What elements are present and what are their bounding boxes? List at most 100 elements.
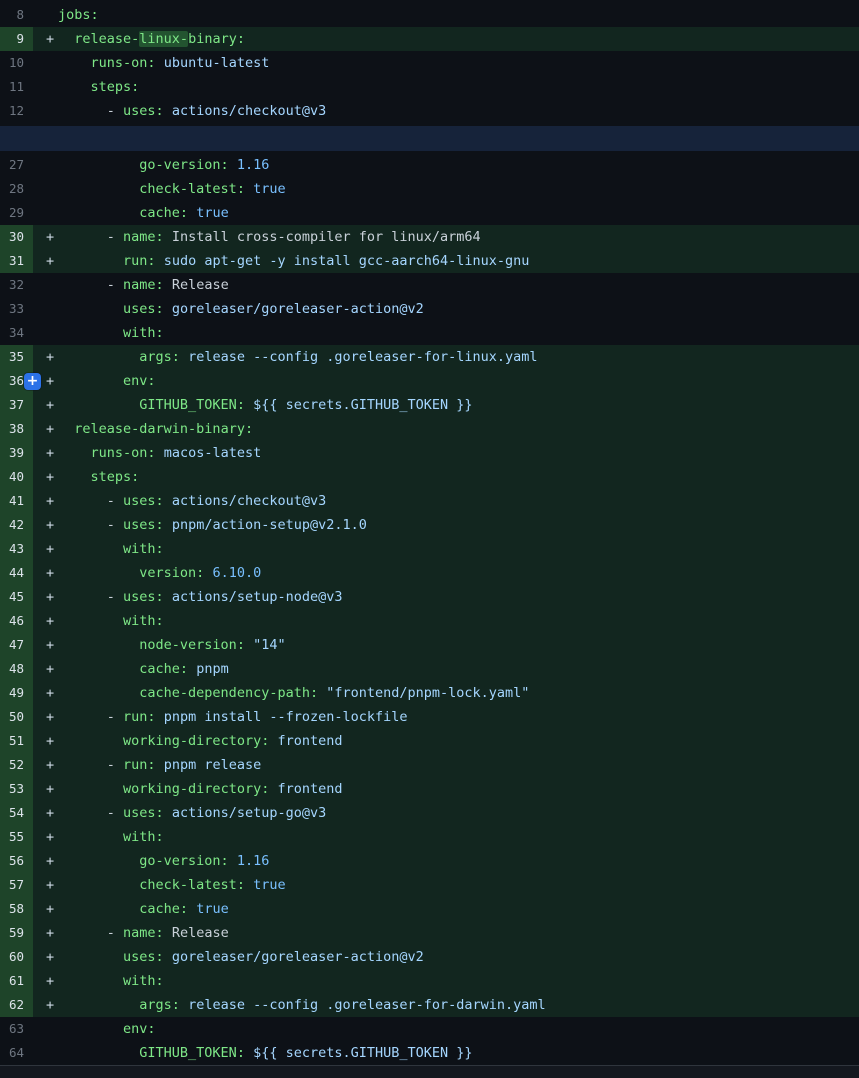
line-number[interactable]: 55: [0, 825, 33, 849]
add-comment-button[interactable]: +: [24, 373, 41, 390]
code-line: + - uses: actions/setup-go@v3: [33, 801, 859, 825]
line-number[interactable]: 45: [0, 585, 33, 609]
line-number[interactable]: 38: [0, 417, 33, 441]
diff-row: 29 cache: true: [0, 201, 859, 225]
code-token: [58, 973, 123, 989]
code-token: -: [58, 517, 123, 533]
line-number[interactable]: 47: [0, 633, 33, 657]
diff-added-marker: +: [33, 801, 58, 825]
line-number[interactable]: 46: [0, 609, 33, 633]
code-token: [188, 901, 196, 917]
line-number[interactable]: 61: [0, 969, 33, 993]
line-number[interactable]: 40: [0, 465, 33, 489]
line-number[interactable]: 11: [0, 75, 33, 99]
code-line: + go-version: 1.16: [33, 849, 859, 873]
line-number[interactable]: 43: [0, 537, 33, 561]
diff-added-marker: +: [33, 825, 58, 849]
code-token: steps:: [91, 79, 140, 95]
line-number[interactable]: 10: [0, 51, 33, 75]
code-token: runs-on:: [91, 445, 156, 461]
line-number[interactable]: 27: [0, 153, 33, 177]
code-line: runs-on: ubuntu-latest: [33, 51, 859, 75]
line-number[interactable]: 54: [0, 801, 33, 825]
line-number[interactable]: 31: [0, 249, 33, 273]
line-number[interactable]: 48: [0, 657, 33, 681]
code-token: macos-latest: [164, 445, 262, 461]
line-number[interactable]: 32: [0, 273, 33, 297]
expand-hidden-lines-row[interactable]: [0, 123, 859, 153]
code-token: [58, 997, 139, 1013]
diff-row: 47+ node-version: "14": [0, 633, 859, 657]
line-number[interactable]: 29: [0, 201, 33, 225]
diff-row: 44+ version: 6.10.0: [0, 561, 859, 585]
line-number[interactable]: 35: [0, 345, 33, 369]
code-token: frontend: [277, 781, 342, 797]
code-token: name:: [123, 925, 164, 941]
diff-row: 55+ with:: [0, 825, 859, 849]
line-number[interactable]: 63: [0, 1017, 33, 1041]
code-token: [58, 373, 123, 389]
line-number[interactable]: 8: [0, 3, 33, 27]
code-token: pnpm install --frozen-lockfile: [164, 709, 408, 725]
line-number[interactable]: 53: [0, 777, 33, 801]
line-number[interactable]: 37: [0, 393, 33, 417]
code-token: [188, 661, 196, 677]
line-number[interactable]: 42: [0, 513, 33, 537]
expand-hidden-lines-band[interactable]: [0, 126, 859, 151]
code-token: go-version:: [139, 853, 228, 869]
line-number[interactable]: 49: [0, 681, 33, 705]
code-token: [58, 79, 91, 95]
code-token: [58, 637, 139, 653]
code-token: [164, 277, 172, 293]
line-number[interactable]: 36+: [0, 369, 33, 393]
code-token: [156, 445, 164, 461]
line-number[interactable]: 34: [0, 321, 33, 345]
line-number[interactable]: 41: [0, 489, 33, 513]
line-number[interactable]: 39: [0, 441, 33, 465]
code-token: uses:: [123, 805, 164, 821]
code-token: [58, 397, 139, 413]
line-number[interactable]: 60: [0, 945, 33, 969]
line-number[interactable]: 52: [0, 753, 33, 777]
line-number[interactable]: 12: [0, 99, 33, 123]
code-token: actions/checkout@v3: [172, 103, 326, 119]
line-number[interactable]: 64: [0, 1041, 33, 1065]
code-token: true: [253, 877, 286, 893]
line-number[interactable]: 59: [0, 921, 33, 945]
code-token: go-version:: [139, 157, 228, 173]
line-number[interactable]: 28: [0, 177, 33, 201]
line-number[interactable]: 56: [0, 849, 33, 873]
code-token: [58, 613, 123, 629]
code-token: [245, 181, 253, 197]
line-number[interactable]: 51: [0, 729, 33, 753]
code-line: + release-linux-binary:: [33, 27, 859, 51]
code-token: 6.10.0: [212, 565, 261, 581]
code-token: [58, 301, 123, 317]
code-token: [318, 685, 326, 701]
line-number[interactable]: 9: [0, 27, 33, 51]
code-token: GITHUB_TOKEN:: [139, 397, 245, 413]
line-number[interactable]: 57: [0, 873, 33, 897]
line-number[interactable]: 33: [0, 297, 33, 321]
line-number[interactable]: 44: [0, 561, 33, 585]
code-token: name:: [123, 277, 164, 293]
code-token: [58, 1045, 139, 1061]
code-token: release --config .goreleaser-for-darwin.…: [188, 997, 546, 1013]
code-line: + run: sudo apt-get -y install gcc-aarch…: [33, 249, 859, 273]
code-token: GITHUB_TOKEN:: [139, 1045, 245, 1061]
diff-added-marker: +: [33, 897, 58, 921]
code-token: -: [58, 277, 123, 293]
code-token: release-darwin-binary:: [74, 421, 253, 437]
line-number[interactable]: 30: [0, 225, 33, 249]
diff-added-marker: +: [33, 417, 58, 441]
diff-row: 58+ cache: true: [0, 897, 859, 921]
diff-view: 8jobs:9+ release-linux-binary:10 runs-on…: [0, 0, 859, 1078]
diff-added-marker: +: [33, 705, 58, 729]
diff-row: 31+ run: sudo apt-get -y install gcc-aar…: [0, 249, 859, 273]
line-number[interactable]: 58: [0, 897, 33, 921]
code-line: + with:: [33, 609, 859, 633]
code-line: + env:: [33, 369, 859, 393]
line-number[interactable]: 50: [0, 705, 33, 729]
code-token: cache:: [139, 205, 188, 221]
line-number[interactable]: 62: [0, 993, 33, 1017]
